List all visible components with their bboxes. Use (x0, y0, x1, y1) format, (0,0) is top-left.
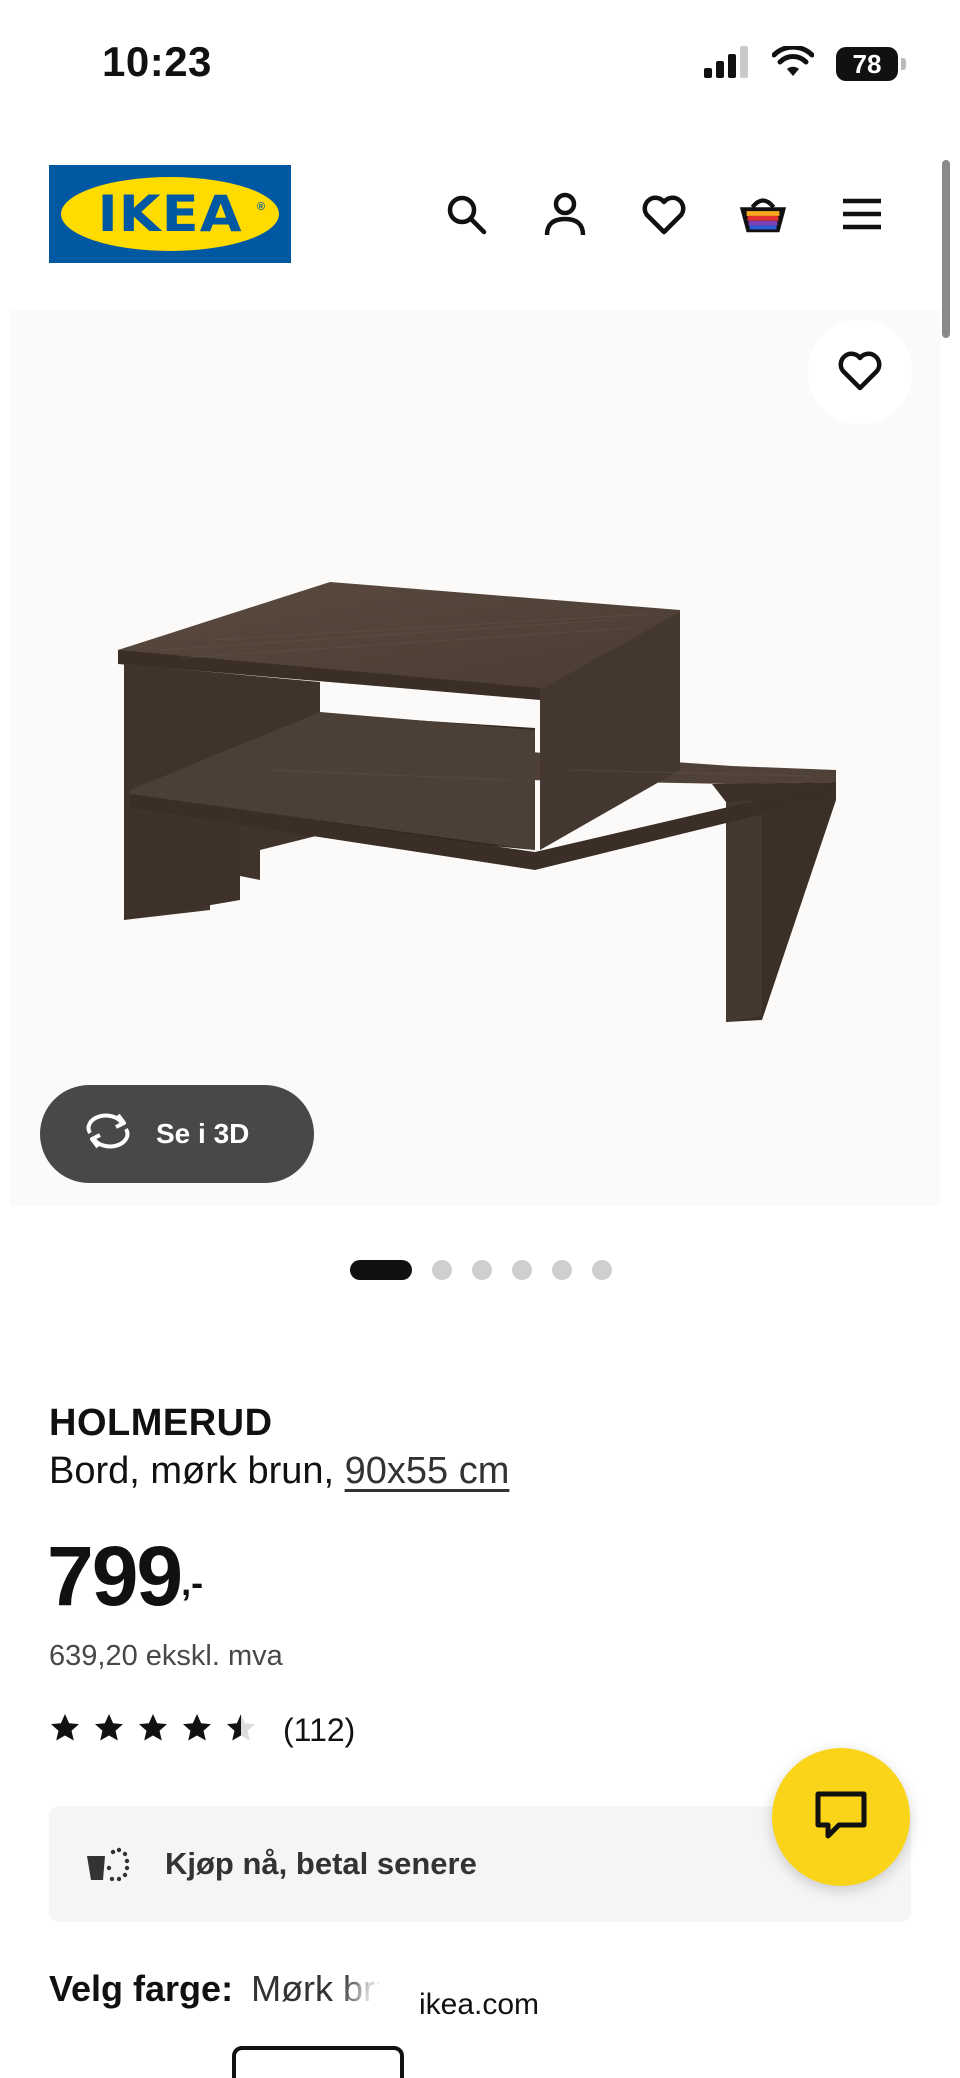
price-excl-vat: 639,20 ekskl. mva (49, 1640, 283, 1672)
payment-bag-icon (83, 1842, 131, 1887)
color-selector: Velg farge: Mørk brun (49, 1968, 415, 2010)
product-size-link[interactable]: 90x55 cm (345, 1450, 510, 1492)
price-suffix: ,- (181, 1562, 204, 1603)
product-description: Bord, mørk brun, 90x55 cm (49, 1450, 509, 1493)
site-header: IKEA ® (0, 160, 960, 270)
heart-icon (837, 349, 883, 396)
chat-button[interactable] (772, 1748, 910, 1886)
product-name: HOLMERUD (49, 1402, 273, 1444)
status-bar: 10:23 78 (0, 0, 960, 130)
rotate-3d-icon (82, 1113, 134, 1156)
half-star-icon (225, 1712, 257, 1749)
gallery-pagination (350, 1260, 612, 1280)
wifi-icon (771, 44, 815, 83)
view-in-3d-label: Se i 3D (156, 1118, 250, 1149)
account-icon[interactable] (539, 188, 591, 240)
registered-mark-icon: ® (256, 201, 265, 213)
cart-icon[interactable] (737, 188, 789, 240)
menu-icon[interactable] (836, 188, 888, 240)
gallery-dot[interactable] (552, 1260, 572, 1280)
review-count: (112) (283, 1712, 356, 1748)
chat-icon (813, 1789, 869, 1846)
gallery-dot[interactable] (512, 1260, 532, 1280)
product-price: 799 ,- (47, 1534, 203, 1618)
status-time: 10:23 (102, 38, 212, 85)
klarna-label: Kjøp nå, betal senere (165, 1846, 477, 1881)
view-in-3d-button[interactable]: Se i 3D (40, 1085, 314, 1183)
browser-url-bar[interactable]: ikea.com (372, 1966, 586, 2044)
star-icon (181, 1712, 213, 1749)
star-icon (93, 1712, 125, 1749)
gallery-dot[interactable] (432, 1260, 452, 1280)
battery-indicator: 78 (836, 47, 906, 81)
star-icon (137, 1712, 169, 1749)
color-selector-label: Velg farge: (49, 1968, 234, 2009)
favourites-icon[interactable] (638, 188, 690, 240)
header-actions (440, 188, 888, 240)
status-icons: 78 (702, 44, 906, 84)
coffee-table-image (118, 582, 836, 1022)
star-icon (49, 1712, 81, 1749)
logo-oval: IKEA ® (61, 177, 279, 251)
product-rating[interactable]: (112) (49, 1712, 355, 1749)
color-swatch-selected[interactable] (232, 2046, 404, 2078)
product-type: Bord, mørk brun, (49, 1450, 335, 1492)
price-amount: 799 (47, 1529, 183, 1623)
ikea-logo[interactable]: IKEA ® (49, 165, 291, 263)
gallery-dot[interactable] (592, 1260, 612, 1280)
scroll-indicator[interactable] (942, 160, 950, 338)
logo-text: IKEA (97, 185, 243, 243)
search-icon[interactable] (440, 188, 492, 240)
product-image-gallery[interactable] (10, 310, 940, 1206)
add-to-favourites-button[interactable] (808, 320, 912, 424)
gallery-dot[interactable] (472, 1260, 492, 1280)
gallery-dot[interactable] (350, 1260, 412, 1280)
cellular-signal-icon (702, 45, 750, 83)
